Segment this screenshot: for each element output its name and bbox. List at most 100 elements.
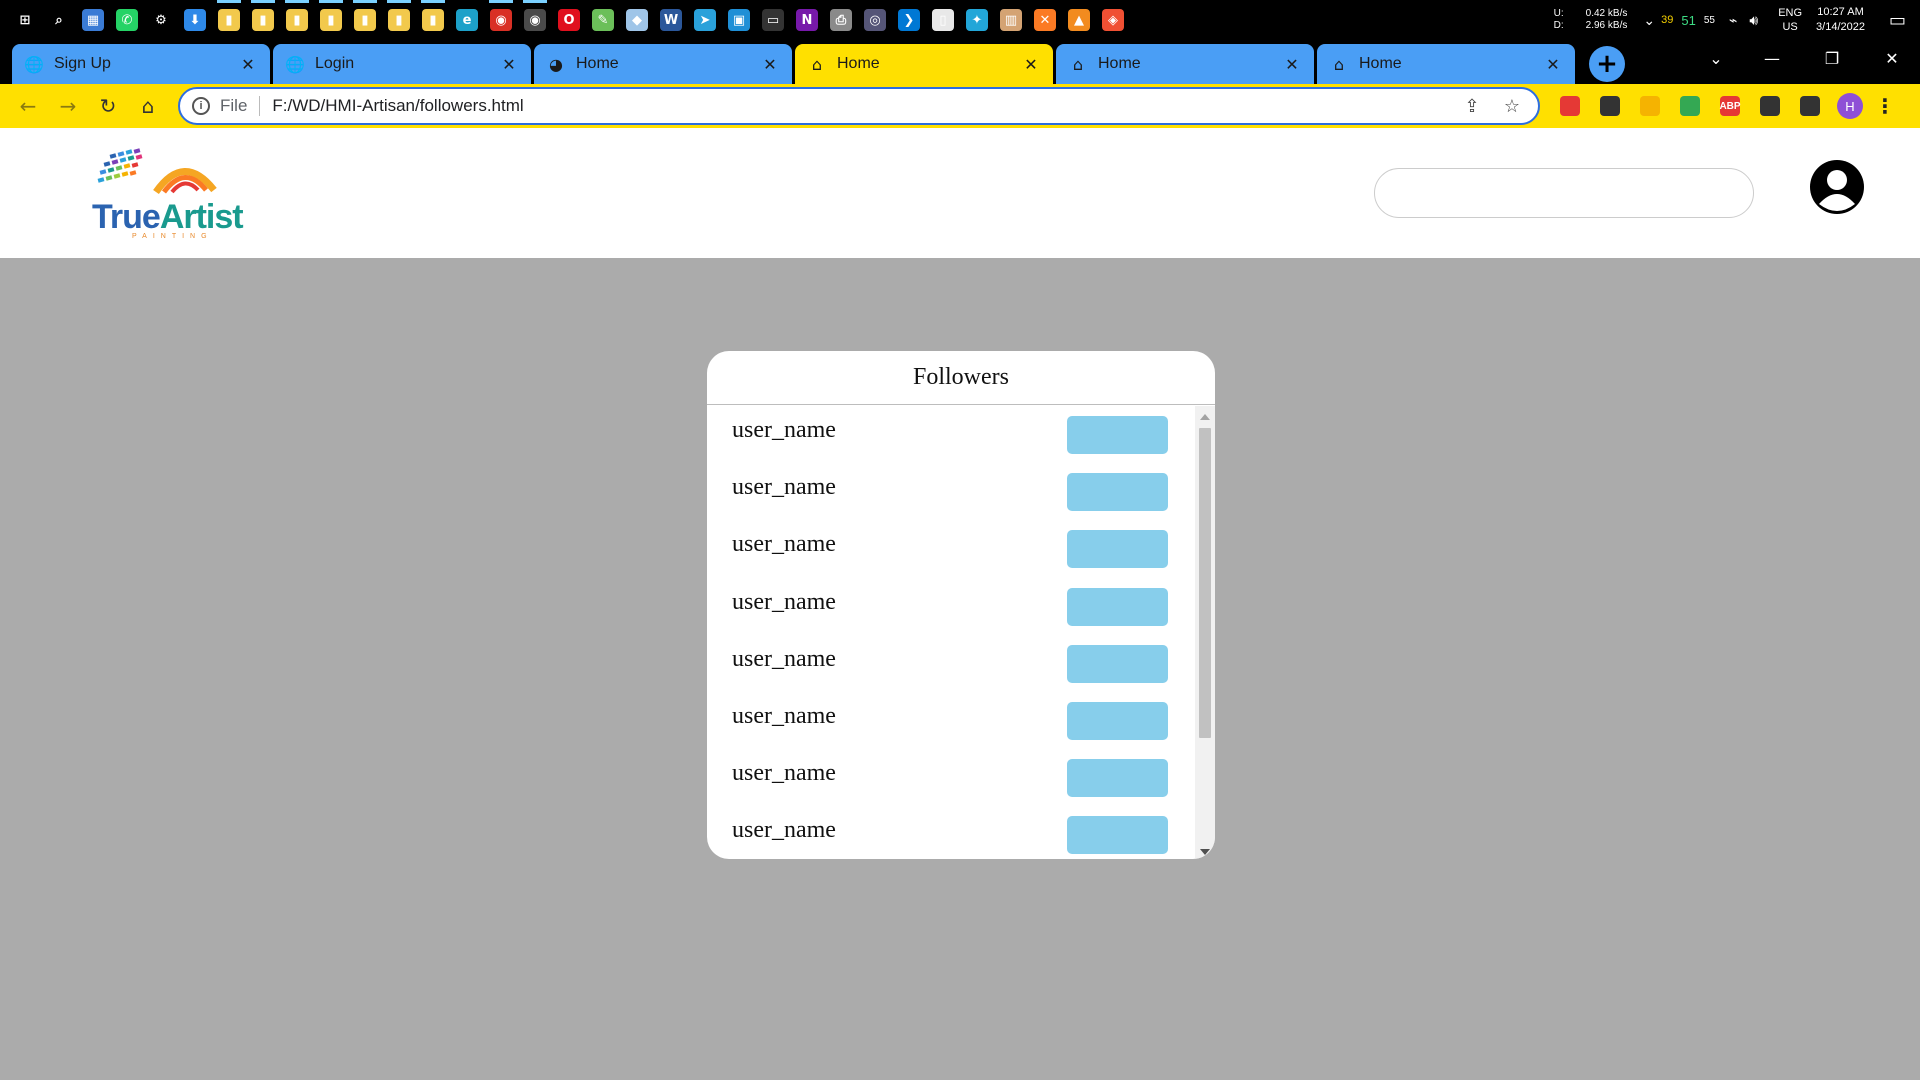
browser-tab[interactable]: ⌂ Home ✕ [1056, 44, 1314, 84]
browser-tab[interactable]: ⌂ Home ✕ [1317, 44, 1575, 84]
taskbar-app-button[interactable]: ▲ [1062, 0, 1096, 40]
taskbar-app-button[interactable]: ◉ [518, 0, 552, 40]
followers-list-viewport[interactable]: user_name user_name user_name user_name user… [707, 406, 1215, 859]
taskbar-app-button[interactable]: ⎙ [824, 0, 858, 40]
taskbar-app-button[interactable]: ▦ [76, 0, 110, 40]
scrollbar-thumb[interactable] [1199, 428, 1211, 738]
minimize-button[interactable]: — [1744, 40, 1800, 76]
taskbar-app-button[interactable]: ➤ [688, 0, 722, 40]
scroll-up-arrow-icon[interactable] [1200, 414, 1210, 420]
taskbar-app-button[interactable]: ⌕ [42, 0, 76, 40]
follower-username[interactable]: user_name [732, 474, 836, 501]
tray-counter-b[interactable]: 51 [1681, 13, 1695, 28]
follower-username[interactable]: user_name [732, 703, 836, 730]
taskbar-app-button[interactable]: ◈ [1096, 0, 1130, 40]
extension-button[interactable] [1550, 84, 1590, 128]
tab-close-icon[interactable]: ✕ [238, 54, 258, 74]
follower-username[interactable]: user_name [732, 531, 836, 558]
back-button[interactable]: ← [8, 86, 48, 126]
taskbar-app-button[interactable]: ▮ [246, 0, 280, 40]
browser-tab[interactable]: ⌂ Home ✕ [795, 44, 1053, 84]
taskbar-app-button[interactable]: ◎ [858, 0, 892, 40]
tray-counter-a[interactable]: 39 [1661, 14, 1673, 26]
follower-action-button[interactable] [1067, 416, 1168, 454]
taskbar-app-button[interactable]: W [654, 0, 688, 40]
taskbar-app-button[interactable]: ▮ [416, 0, 450, 40]
extension-button[interactable] [1590, 84, 1630, 128]
follower-username[interactable]: user_name [732, 417, 836, 444]
taskbar-app-button[interactable]: ✦ [960, 0, 994, 40]
tray-overflow-chevron-icon[interactable]: ⌄ [1643, 12, 1655, 29]
address-bar[interactable]: i File F:/WD/HMI-Artisan/followers.html … [178, 87, 1540, 125]
extension-button[interactable] [1670, 84, 1710, 128]
browser-tab[interactable]: ◕ Home ✕ [534, 44, 792, 84]
restore-button[interactable]: ❐ [1804, 40, 1860, 76]
site-search-input[interactable] [1374, 168, 1754, 218]
follower-action-button[interactable] [1067, 644, 1168, 683]
taskbar-app-button[interactable]: ▣ [722, 0, 756, 40]
extension-button[interactable]: ABP [1710, 84, 1750, 128]
taskbar-app-button[interactable]: ▥ [994, 0, 1028, 40]
browser-menu-icon[interactable]: ⋮ [1870, 94, 1900, 119]
close-window-button[interactable]: ✕ [1864, 40, 1920, 76]
follower-action-button[interactable] [1067, 587, 1168, 626]
taskbar-app-button[interactable]: ▮ [314, 0, 348, 40]
true-artist-logo[interactable]: TrueArtist PAINTING [64, 132, 278, 252]
taskbar-app-button[interactable]: ▭ [756, 0, 790, 40]
reload-button[interactable]: ↻ [88, 86, 128, 126]
profile-button[interactable]: H [1830, 84, 1870, 128]
taskbar-app-button[interactable]: ◆ [620, 0, 654, 40]
tab-close-icon[interactable]: ✕ [499, 54, 519, 74]
follower-action-button[interactable] [1067, 530, 1168, 569]
language-indicator[interactable]: ENG US [1778, 6, 1802, 34]
browser-tab[interactable]: 🌐 Login ✕ [273, 44, 531, 84]
extension-button[interactable] [1790, 84, 1830, 128]
new-tab-button[interactable]: + [1589, 46, 1625, 82]
site-info-icon[interactable]: i [192, 97, 210, 115]
tab-close-icon[interactable]: ✕ [760, 54, 780, 74]
network-icon[interactable]: ⌁ [1729, 12, 1737, 29]
taskbar-app-button[interactable]: ❯ [892, 0, 926, 40]
tab-close-icon[interactable]: ✕ [1543, 54, 1563, 74]
url-text[interactable]: F:/WD/HMI-Artisan/followers.html [272, 96, 1446, 116]
followers-scrollbar[interactable] [1195, 406, 1215, 859]
taskbar-app-button[interactable]: O [552, 0, 586, 40]
taskbar-app-button[interactable]: ▮ [212, 0, 246, 40]
extension-button[interactable] [1630, 84, 1670, 128]
taskbar-app-button[interactable]: ▮ [280, 0, 314, 40]
tab-close-icon[interactable]: ✕ [1021, 54, 1041, 74]
follower-username[interactable]: user_name [732, 760, 836, 787]
taskbar-app-button[interactable]: ◉ [484, 0, 518, 40]
taskbar-app-button[interactable]: ✆ [110, 0, 144, 40]
taskbar-app-button[interactable]: ▮ [382, 0, 416, 40]
bookmark-star-icon[interactable]: ☆ [1498, 96, 1526, 117]
home-button[interactable]: ⌂ [128, 86, 168, 126]
follower-username[interactable]: user_name [732, 817, 836, 844]
follower-action-button[interactable] [1067, 816, 1168, 855]
notifications-icon[interactable]: ▭ [1889, 10, 1906, 31]
user-profile-icon[interactable] [1808, 158, 1866, 216]
taskbar-app-button[interactable]: ▯ [926, 0, 960, 40]
taskbar-app-button[interactable]: e [450, 0, 484, 40]
tray-counter-c[interactable]: 55 [1704, 15, 1715, 26]
taskbar-app-button[interactable]: ⚙ [144, 0, 178, 40]
follower-username[interactable]: user_name [732, 589, 836, 616]
share-icon[interactable]: ⇪ [1458, 96, 1486, 117]
follower-action-button[interactable] [1067, 701, 1168, 740]
taskbar-app-button[interactable]: N [790, 0, 824, 40]
tab-search-chevron-icon[interactable]: ⌄ [1688, 40, 1744, 76]
taskbar-app-button[interactable]: ⬇ [178, 0, 212, 40]
network-rates[interactable]: 0.42 kB/s 2.96 kB/s [1586, 8, 1628, 32]
forward-button[interactable]: → [48, 86, 88, 126]
clock[interactable]: 10:27 AM 3/14/2022 [1816, 5, 1865, 35]
tab-close-icon[interactable]: ✕ [1282, 54, 1302, 74]
taskbar-app-button[interactable]: ⊞ [8, 0, 42, 40]
follower-action-button[interactable] [1067, 759, 1168, 798]
follower-action-button[interactable] [1067, 473, 1168, 512]
volume-icon[interactable]: 🔊︎ [1749, 12, 1758, 29]
taskbar-app-button[interactable]: ✕ [1028, 0, 1062, 40]
browser-tab[interactable]: 🌐 Sign Up ✕ [12, 44, 270, 84]
scroll-down-arrow-icon[interactable] [1200, 849, 1210, 855]
follower-username[interactable]: user_name [732, 646, 836, 673]
taskbar-app-button[interactable]: ▮ [348, 0, 382, 40]
